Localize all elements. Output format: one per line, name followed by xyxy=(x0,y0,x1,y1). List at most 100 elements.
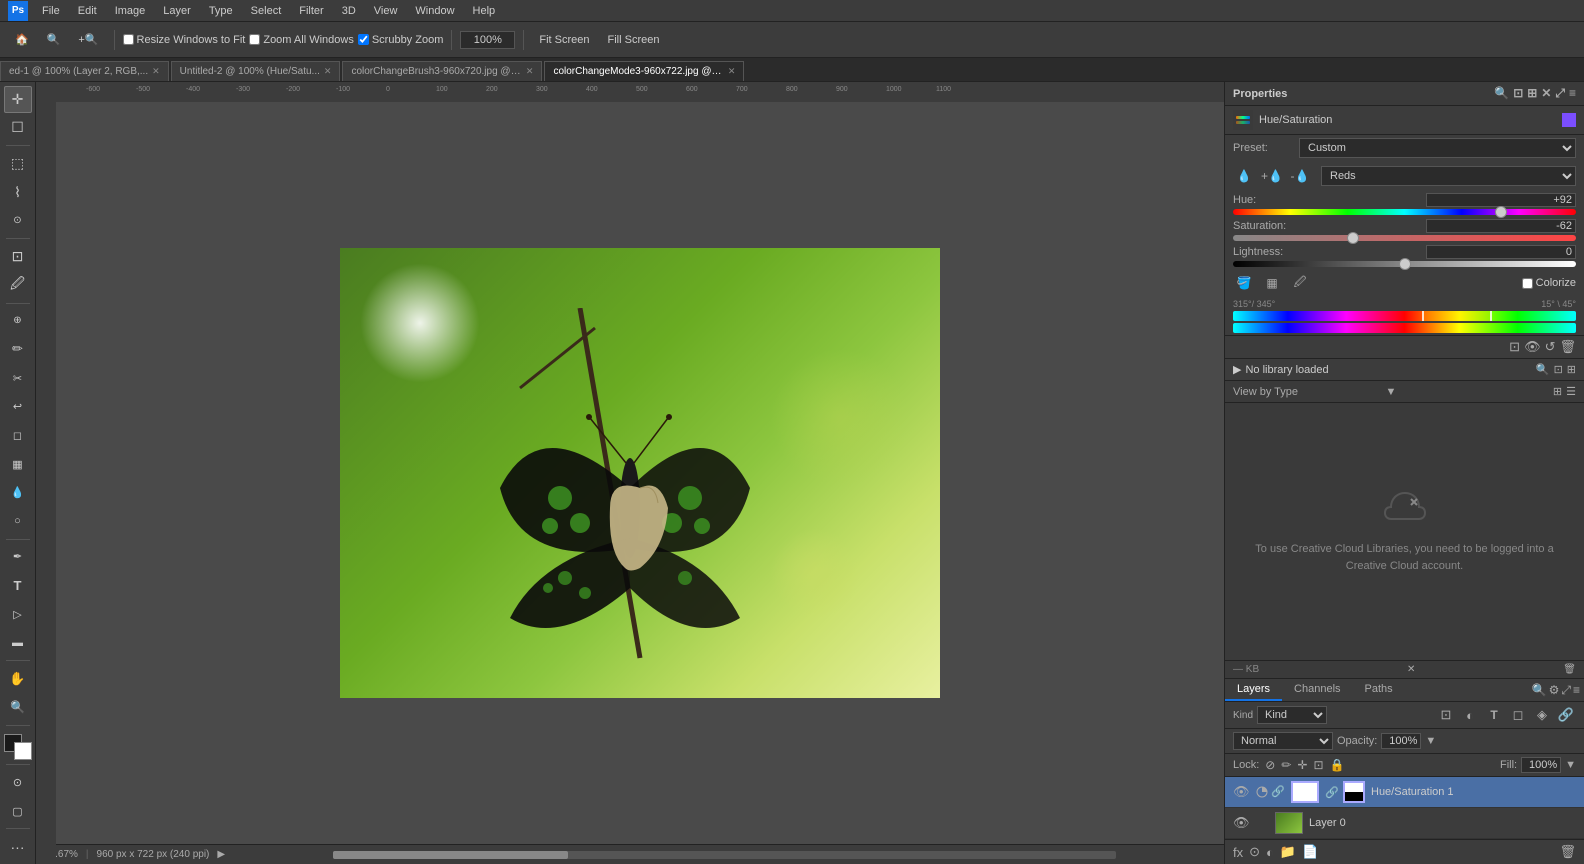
properties-close-icon[interactable]: ✕ xyxy=(1541,86,1551,101)
sat-slider-thumb[interactable] xyxy=(1347,232,1359,244)
resize-windows-input[interactable] xyxy=(123,34,134,45)
lasso-tool[interactable]: ⌇ xyxy=(4,179,32,206)
screen-mode-btn[interactable]: ▢ xyxy=(4,798,32,825)
eyedropper-icon[interactable]: 🖉 xyxy=(1289,272,1311,294)
menu-layer[interactable]: Layer xyxy=(155,3,199,19)
layer-new-icon[interactable]: 📄 xyxy=(1302,844,1318,860)
home-btn[interactable]: 🏠 xyxy=(8,30,36,49)
fg-bg-colors[interactable] xyxy=(4,734,32,761)
tab-channels[interactable]: Channels xyxy=(1282,679,1352,701)
resize-windows-check[interactable]: Resize Windows to Fit xyxy=(123,34,246,46)
properties-expand-icon[interactable]: ⤢ xyxy=(1555,86,1565,101)
eyedropper-tool[interactable]: 🖉 xyxy=(4,272,32,299)
visibility-icon[interactable]: 👁 xyxy=(1524,339,1541,355)
reset-icon[interactable]: ↺ xyxy=(1545,339,1556,355)
zoom-level-input[interactable] xyxy=(460,31,515,49)
menu-window[interactable]: Window xyxy=(407,3,462,19)
hand-tool[interactable]: ✋ xyxy=(4,665,32,692)
opacity-chevron[interactable]: ▼ xyxy=(1425,735,1436,747)
channel-select[interactable]: Reds Master Yellows Greens Cyans Blues M… xyxy=(1321,166,1576,186)
zoom-in-btn[interactable]: +🔍 xyxy=(71,30,105,49)
zoom-tool[interactable]: 🔍 xyxy=(4,694,32,721)
layer-1-visibility[interactable]: 👁 xyxy=(1233,815,1249,831)
properties-paste-icon[interactable]: ⊞ xyxy=(1527,86,1537,101)
blur-tool[interactable]: 💧 xyxy=(4,479,32,506)
delete-icon[interactable]: 🗑 xyxy=(1559,339,1576,355)
layers-menu-icon[interactable]: ≡ xyxy=(1573,683,1580,697)
lib-add-icon[interactable]: ✕ xyxy=(1407,664,1415,675)
hue-slider-thumb[interactable] xyxy=(1495,206,1507,218)
sat-value[interactable] xyxy=(1426,219,1576,233)
menu-select[interactable]: Select xyxy=(243,3,290,19)
paint-bucket-icon[interactable]: 🪣 xyxy=(1233,272,1255,294)
sat-slider-track[interactable] xyxy=(1233,235,1576,241)
tab-2[interactable]: colorChangeBrush3-960x720.jpg @ 6... ✕ xyxy=(342,61,542,81)
layer-row-0[interactable]: 👁 🔗 🔗 Hue/Saturation 1 xyxy=(1225,777,1584,808)
tab-3[interactable]: colorChangeMode3-960x722.jpg @ 66.7% (Hu… xyxy=(544,61,744,81)
menu-3d[interactable]: 3D xyxy=(334,3,364,19)
colorize-input[interactable] xyxy=(1522,278,1533,289)
add-sample[interactable]: +💧 xyxy=(1261,165,1283,187)
shape-layer-icon[interactable]: ◻ xyxy=(1508,705,1528,725)
eraser-tool[interactable]: ◻ xyxy=(4,422,32,449)
menu-help[interactable]: Help xyxy=(465,3,504,19)
remove-sample[interactable]: -💧 xyxy=(1289,165,1311,187)
gradient-tool[interactable]: ▦ xyxy=(4,451,32,478)
pen-tool[interactable]: ✒ xyxy=(4,544,32,571)
shape-tool[interactable]: ▬ xyxy=(4,630,32,657)
zoom-all-input[interactable] xyxy=(249,34,260,45)
zoom-out-btn[interactable]: 🔍 xyxy=(40,30,68,49)
lock-artboards-icon[interactable]: ⊡ xyxy=(1313,758,1323,772)
tab-1-close[interactable]: ✕ xyxy=(324,66,332,77)
tab-0[interactable]: ed-1 @ 100% (Layer 2, RGB,... ✕ xyxy=(0,61,169,81)
light-slider-thumb[interactable] xyxy=(1399,258,1411,270)
lib-delete-icon[interactable]: 🗑 xyxy=(1563,664,1576,675)
properties-copy-icon[interactable]: ⊡ xyxy=(1513,86,1523,101)
properties-menu-icon[interactable]: ≡ xyxy=(1569,86,1576,101)
path-select-tool[interactable]: ▷ xyxy=(4,601,32,628)
tab-paths[interactable]: Paths xyxy=(1353,679,1405,701)
lib-search-icon[interactable]: 🔍 xyxy=(1536,363,1550,376)
hue-value[interactable] xyxy=(1426,193,1576,207)
layer-0-visibility[interactable]: 👁 xyxy=(1233,784,1249,800)
lock-image-icon[interactable]: ✏ xyxy=(1281,758,1291,772)
artboard-tool[interactable]: ☐ xyxy=(4,115,32,142)
brush-tool[interactable]: ✏ xyxy=(4,336,32,363)
viewby-chevron[interactable]: ▼ xyxy=(1386,386,1397,398)
lock-all-icon[interactable]: 🔒 xyxy=(1330,758,1345,772)
fx-link-icon[interactable]: 🔗 xyxy=(1556,705,1576,725)
clone-tool[interactable]: ✂ xyxy=(4,365,32,392)
layers-settings-icon[interactable]: ⚙ xyxy=(1549,683,1560,697)
type-tool[interactable]: T xyxy=(4,572,32,599)
tab-1[interactable]: Untitled-2 @ 100% (Hue/Satu... ✕ xyxy=(171,61,341,81)
history-brush[interactable]: ↩ xyxy=(4,393,32,420)
tab-layers[interactable]: Layers xyxy=(1225,679,1282,701)
light-value[interactable] xyxy=(1426,245,1576,259)
scrubby-zoom-check[interactable]: Scrubby Zoom xyxy=(358,34,444,46)
quick-mask-btn[interactable]: ⊙ xyxy=(4,769,32,796)
clip-mask-icon[interactable]: ⊡ xyxy=(1509,339,1520,355)
dodge-tool[interactable]: ○ xyxy=(4,508,32,535)
blend-mode-select[interactable]: Normal Multiply Screen Overlay xyxy=(1233,732,1333,750)
light-slider-track[interactable] xyxy=(1233,261,1576,267)
lock-position-icon[interactable]: ✛ xyxy=(1297,758,1307,772)
quick-select-tool[interactable]: ⊙ xyxy=(4,208,32,235)
menu-view[interactable]: View xyxy=(366,3,406,19)
forward-btn[interactable]: ▶ xyxy=(217,849,225,860)
zoom-all-check[interactable]: Zoom All Windows xyxy=(249,34,353,46)
tab-0-close[interactable]: ✕ xyxy=(152,66,160,77)
extra-tools[interactable]: ··· xyxy=(4,833,32,860)
libraries-collapse-icon[interactable]: ▶ xyxy=(1233,363,1241,376)
viewby-list-icon[interactable]: ☰ xyxy=(1566,385,1576,398)
fill-screen-btn[interactable]: Fill Screen xyxy=(601,31,667,49)
viewby-grid-icon[interactable]: ⊞ xyxy=(1553,385,1562,398)
pixel-layer-icon[interactable]: ⊡ xyxy=(1436,705,1456,725)
menu-edit[interactable]: Edit xyxy=(70,3,105,19)
hue-slider-track[interactable] xyxy=(1233,209,1576,215)
layers-expand-icon[interactable]: ⤢ xyxy=(1561,683,1571,698)
menu-file[interactable]: File xyxy=(34,3,68,19)
adjustment-layer-icon[interactable]: ◐ xyxy=(1460,705,1480,725)
scrubby-zoom-input[interactable] xyxy=(358,34,369,45)
colorize-check[interactable]: Colorize xyxy=(1522,277,1576,289)
layer-delete-icon[interactable]: 🗑 xyxy=(1559,844,1576,860)
